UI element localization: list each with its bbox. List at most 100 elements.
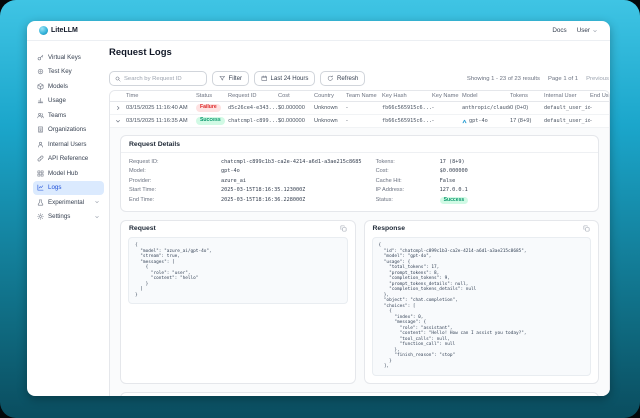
usage-icon xyxy=(37,97,44,104)
cell-request-id: d5c26ce4-e343... xyxy=(228,105,278,111)
page-indicator: Page 1 of 1 xyxy=(548,76,578,82)
sidebar-item-label: Settings xyxy=(48,213,70,220)
sidebar-item-teams[interactable]: Teams xyxy=(33,108,104,123)
request-panel-title: Request xyxy=(129,225,156,232)
detail-value-request-id: chatcmpl-c899c1b3-ca2e-4214-a6d1-a3ae215… xyxy=(221,159,362,165)
cell-key-hash: fb66c565915c6... xyxy=(382,118,432,124)
litellm-app-window: LiteLLM Docs User Virtual Keys Test Key … xyxy=(27,21,610,396)
previous-page-button[interactable]: Previous xyxy=(586,76,609,82)
detail-label: IP Address: xyxy=(376,187,440,193)
sidebar-item-label: Model Hub xyxy=(48,170,78,177)
internal-users-icon xyxy=(37,141,44,148)
col-time: Time xyxy=(126,93,196,99)
chevron-down-icon xyxy=(94,199,100,205)
col-country: Country xyxy=(314,93,346,99)
user-menu[interactable]: User xyxy=(577,27,598,34)
detail-label: Tokens: xyxy=(376,159,440,165)
test-key-icon xyxy=(37,68,44,75)
chevron-right-icon[interactable] xyxy=(115,105,121,111)
col-status: Status xyxy=(196,93,228,99)
request-details-title: Request Details xyxy=(121,136,598,153)
sidebar-item-label: Models xyxy=(48,83,68,90)
results-summary: Showing 1 - 23 of 23 results xyxy=(467,76,540,82)
col-internal-user: Internal User xyxy=(544,93,590,99)
table-header-row: Time Status Request ID Cost Country Team… xyxy=(110,91,609,102)
sidebar-item-label: Organizations xyxy=(48,126,86,133)
experimental-icon xyxy=(37,199,44,206)
sidebar-item-experimental[interactable]: Experimental xyxy=(33,195,104,210)
sidebar-item-model-hub[interactable]: Model Hub xyxy=(33,166,104,181)
search-input[interactable] xyxy=(124,76,201,82)
cell-tokens: 17 (8+9) xyxy=(510,118,544,124)
sidebar-item-test-key[interactable]: Test Key xyxy=(33,65,104,80)
col-model: Model xyxy=(462,93,510,99)
cell-end-user: - xyxy=(590,118,610,124)
detail-label: Cache Hit: xyxy=(376,178,440,184)
calendar-icon xyxy=(261,75,268,82)
models-icon xyxy=(37,83,44,90)
key-icon xyxy=(37,54,44,61)
filter-button[interactable]: Filter xyxy=(212,71,249,86)
detail-value-start-time: 2025-03-15T18:16:35.123000Z xyxy=(221,187,305,193)
cell-model: gpt-4o xyxy=(462,118,510,124)
detail-value-provider: azure_ai xyxy=(221,178,246,184)
time-range-button[interactable]: Last 24 Hours xyxy=(254,71,315,86)
top-navbar: LiteLLM Docs User xyxy=(27,21,610,41)
sidebar-item-api-reference[interactable]: API Reference xyxy=(33,152,104,167)
copy-icon[interactable] xyxy=(583,225,590,232)
cell-request-id: chatcmpl-c899... xyxy=(228,118,278,124)
sidebar-item-logs[interactable]: Logs xyxy=(33,181,104,196)
sidebar-item-internal-users[interactable]: Internal Users xyxy=(33,137,104,152)
sidebar-item-label: Internal Users xyxy=(48,141,87,148)
page-title: Request Logs xyxy=(109,47,610,58)
sidebar-item-label: Teams xyxy=(48,112,66,119)
cell-internal-user: default_user_id xyxy=(544,105,590,111)
search-icon xyxy=(115,76,121,82)
detail-label: Model: xyxy=(129,168,221,174)
status-badge: Success xyxy=(440,197,469,205)
organizations-icon xyxy=(37,126,44,133)
sidebar-item-label: API Reference xyxy=(48,155,88,162)
detail-label: Cost: xyxy=(376,168,440,174)
copy-icon[interactable] xyxy=(340,225,347,232)
cell-model: anthropic/claude-... xyxy=(462,105,510,111)
cell-cost: $0.000000 xyxy=(278,118,314,124)
logs-table: Time Status Request ID Cost Country Team… xyxy=(109,90,610,396)
cell-cost: $0.000000 xyxy=(278,105,314,111)
table-row[interactable]: 03/15/2025 11:16:35 AM Success chatcmpl-… xyxy=(110,115,609,128)
teams-icon xyxy=(37,112,44,119)
sidebar-item-virtual-keys[interactable]: Virtual Keys xyxy=(33,50,104,65)
col-key-name: Key Name xyxy=(432,93,462,99)
col-tokens: Tokens xyxy=(510,93,544,99)
detail-value-tokens: 17 (8+9) xyxy=(440,159,465,165)
table-row[interactable]: 03/15/2025 11:16:40 AM Failure d5c26ce4-… xyxy=(110,102,609,115)
time-range-label: Last 24 Hours xyxy=(271,75,309,82)
api-reference-icon xyxy=(37,155,44,162)
sidebar-item-settings[interactable]: Settings xyxy=(33,210,104,225)
search-box xyxy=(109,71,207,86)
detail-value-end-time: 2025-03-15T18:16:36.228000Z xyxy=(221,197,305,203)
detail-value-model: gpt-4o xyxy=(221,168,240,174)
chevron-down-icon xyxy=(94,214,100,220)
sidebar-item-models[interactable]: Models xyxy=(33,79,104,94)
sidebar-item-organizations[interactable]: Organizations xyxy=(33,123,104,138)
cell-time: 03/15/2025 11:16:40 AM xyxy=(126,105,196,111)
chevron-down-icon[interactable] xyxy=(115,118,121,124)
cell-country: Unknown xyxy=(314,118,346,124)
litellm-logo-icon xyxy=(39,26,48,35)
sidebar-item-usage[interactable]: Usage xyxy=(33,94,104,109)
app-logo[interactable]: LiteLLM xyxy=(39,26,78,35)
app-name: LiteLLM xyxy=(51,27,78,34)
sidebar-item-label: Experimental xyxy=(48,199,84,206)
user-menu-label: User xyxy=(577,27,590,34)
col-request-id: Request ID xyxy=(228,93,278,99)
cell-time: 03/15/2025 11:16:35 AM xyxy=(126,118,196,124)
cell-key-name: - xyxy=(432,105,462,111)
cell-key-hash: fb66c565915c6... xyxy=(382,105,432,111)
cell-internal-user: default_user_id xyxy=(544,118,590,124)
logs-icon xyxy=(37,184,44,191)
sidebar-item-label: Usage xyxy=(48,97,66,104)
model-hub-icon xyxy=(37,170,44,177)
docs-link[interactable]: Docs xyxy=(552,27,566,34)
refresh-button[interactable]: Refresh xyxy=(320,71,365,86)
